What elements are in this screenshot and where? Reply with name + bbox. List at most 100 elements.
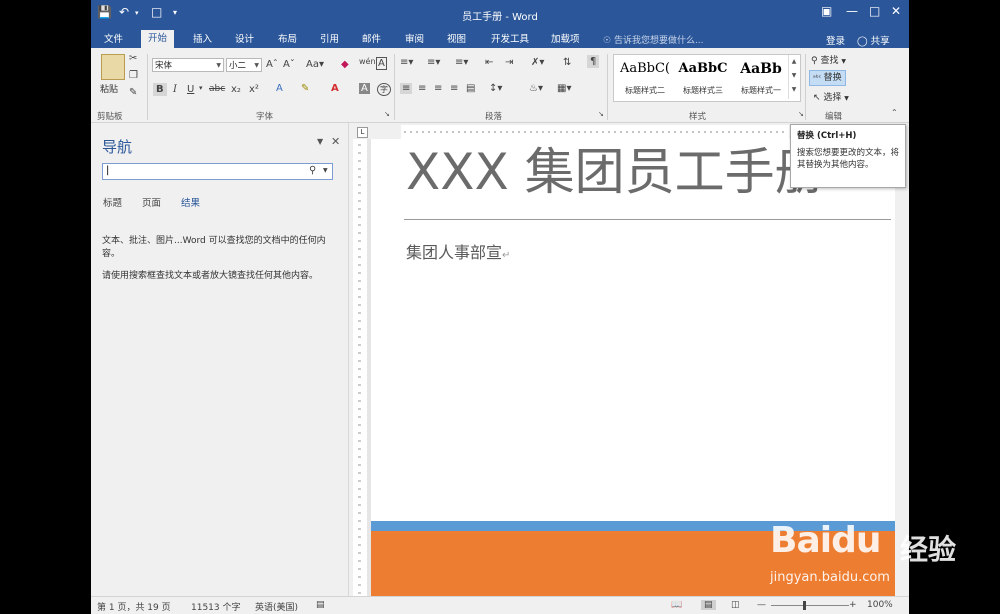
nav-tab-results[interactable]: 结果 bbox=[181, 195, 200, 209]
format-painter-icon[interactable]: ✎ bbox=[129, 87, 137, 98]
minimize-icon[interactable]: — bbox=[846, 4, 858, 18]
font-size-dropdown[interactable]: 小二 ▼ bbox=[226, 58, 262, 72]
dialog-launcher-icon[interactable]: ↘ bbox=[798, 110, 804, 118]
ribbon-display-icon[interactable]: ▣ bbox=[821, 4, 832, 18]
zoom-out-icon[interactable]: — bbox=[757, 600, 766, 610]
bullets-icon[interactable]: ≡▾ bbox=[400, 57, 413, 68]
clear-formatting-icon[interactable]: ◆ bbox=[341, 59, 349, 70]
underline-dropdown-icon[interactable]: ▾ bbox=[199, 84, 203, 92]
vertical-ruler[interactable] bbox=[353, 139, 368, 596]
subtitle-text: 集团人事部宣 bbox=[406, 243, 503, 262]
tell-me-box[interactable]: ☉ 告诉我您想要做什么... bbox=[603, 33, 704, 46]
chinese-layout-icon[interactable]: ✗▾ bbox=[531, 57, 544, 68]
copy-icon[interactable]: ❐ bbox=[129, 70, 138, 81]
pane-options-icon[interactable]: ▼ bbox=[317, 137, 323, 146]
select-button[interactable]: ↖ 选择 ▼ bbox=[813, 90, 849, 103]
proofing-language[interactable]: 英语(美国) bbox=[255, 600, 298, 613]
nav-tab-headings[interactable]: 标题 bbox=[103, 195, 122, 209]
collapse-ribbon-icon[interactable]: ⌃ bbox=[891, 108, 898, 117]
tab-view[interactable]: 视图 bbox=[440, 31, 473, 48]
text-effects-icon[interactable]: A bbox=[276, 83, 283, 94]
web-layout-icon[interactable]: ◫ bbox=[731, 600, 740, 610]
read-mode-icon[interactable]: 📖 bbox=[671, 600, 682, 610]
decrease-indent-icon[interactable]: ⇤ bbox=[485, 57, 493, 68]
shrink-font-icon[interactable]: Aˇ bbox=[283, 59, 295, 70]
bold-icon[interactable]: B bbox=[153, 83, 167, 96]
search-icon[interactable]: ⚲ bbox=[309, 165, 316, 176]
tab-design[interactable]: 设计 bbox=[228, 31, 261, 48]
dialog-launcher-icon[interactable]: ↘ bbox=[384, 110, 390, 118]
paste-button-label[interactable]: 粘贴 bbox=[100, 82, 118, 95]
print-layout-icon[interactable]: ▤ bbox=[701, 600, 716, 610]
style-item[interactable]: AaBb 标题样式一 bbox=[732, 55, 790, 99]
maximize-icon[interactable]: □ bbox=[869, 4, 880, 18]
zoom-slider-thumb[interactable] bbox=[803, 601, 806, 610]
zoom-slider[interactable] bbox=[771, 605, 849, 606]
character-border-icon[interactable]: A bbox=[376, 57, 387, 70]
ribbon: 粘贴 ✂ ❐ ✎ 剪贴板 宋体 ▼ 小二 ▼ Aˆ Aˇ Aa▾ ◆ wén A B… bbox=[91, 48, 909, 123]
line-spacing-icon[interactable]: ↕▾ bbox=[489, 83, 502, 94]
subscript-icon[interactable]: x₂ bbox=[231, 84, 241, 95]
grow-font-icon[interactable]: Aˆ bbox=[266, 59, 278, 70]
underline-icon[interactable]: U bbox=[187, 84, 194, 95]
find-button[interactable]: ⚲ 查找 ▼ bbox=[811, 53, 846, 66]
tab-references[interactable]: 引用 bbox=[313, 31, 346, 48]
shading-icon[interactable]: ♨▾ bbox=[529, 83, 543, 94]
style-item[interactable]: AaBbC 标题样式三 bbox=[674, 55, 732, 99]
tab-addins[interactable]: 加载项 bbox=[544, 31, 587, 48]
cut-icon[interactable]: ✂ bbox=[129, 53, 137, 64]
borders-icon[interactable]: ▦▾ bbox=[557, 83, 571, 94]
justify-icon[interactable]: ≡ bbox=[450, 83, 458, 94]
enclose-characters-icon[interactable]: 字 bbox=[377, 83, 391, 96]
align-left-icon[interactable]: ≡ bbox=[400, 83, 413, 94]
macro-record-icon[interactable]: ▤ bbox=[316, 600, 325, 610]
zoom-level[interactable]: 100% bbox=[867, 600, 893, 610]
dialog-launcher-icon[interactable]: ↘ bbox=[598, 110, 604, 118]
page-count[interactable]: 第 1 页，共 19 页 bbox=[97, 600, 171, 613]
style-item[interactable]: AaBbC( 标题样式二 bbox=[616, 55, 674, 99]
document-title[interactable]: XXX 集团员工手册 bbox=[406, 140, 825, 204]
paste-icon[interactable] bbox=[101, 54, 125, 80]
sort-icon[interactable]: ⇅ bbox=[563, 57, 571, 68]
tab-developer[interactable]: 开发工具 bbox=[484, 31, 536, 48]
highlight-color-icon[interactable]: ✎ bbox=[301, 83, 309, 94]
tab-mailings[interactable]: 邮件 bbox=[355, 31, 388, 48]
tab-file[interactable]: 文件 bbox=[97, 31, 130, 48]
nav-tab-pages[interactable]: 页面 bbox=[142, 195, 161, 209]
document-subtitle[interactable]: 集团人事部宣↵ bbox=[406, 239, 510, 263]
change-case-icon[interactable]: Aa▾ bbox=[306, 59, 324, 70]
replace-button[interactable]: ᵃᵇᶜ 替换 bbox=[809, 70, 846, 86]
tab-home[interactable]: 开始 bbox=[141, 30, 175, 48]
zoom-in-icon[interactable]: + bbox=[849, 600, 857, 610]
increase-indent-icon[interactable]: ⇥ bbox=[505, 57, 513, 68]
numbering-icon[interactable]: ≡▾ bbox=[427, 57, 440, 68]
find-label: 查找 bbox=[820, 56, 839, 66]
strikethrough-icon[interactable]: abc bbox=[209, 84, 225, 94]
show-marks-icon[interactable]: ¶ bbox=[587, 55, 600, 68]
tab-layout[interactable]: 布局 bbox=[271, 31, 304, 48]
share-button[interactable]: ◯ 共享 bbox=[857, 33, 890, 47]
status-bar: 第 1 页，共 19 页 11513 个字 英语(美国) ▤ 📖 ▤ ◫ — +… bbox=[91, 596, 909, 614]
login-link[interactable]: 登录 bbox=[826, 33, 845, 47]
nav-search-input[interactable]: | ⚲ ▼ bbox=[102, 163, 333, 180]
multilevel-list-icon[interactable]: ≡▾ bbox=[455, 57, 468, 68]
close-pane-icon[interactable]: ✕ bbox=[331, 135, 340, 148]
phonetic-guide-icon[interactable]: wén bbox=[359, 57, 376, 66]
character-shading-icon[interactable]: A bbox=[359, 83, 370, 94]
italic-icon[interactable]: I bbox=[173, 84, 177, 95]
close-icon[interactable]: ✕ bbox=[891, 4, 901, 18]
align-right-icon[interactable]: ≡ bbox=[434, 83, 442, 94]
superscript-icon[interactable]: x² bbox=[249, 84, 259, 95]
chevron-down-icon: ▼ bbox=[254, 62, 259, 69]
gallery-scroll[interactable]: ▲ ▼ ▼ bbox=[788, 55, 799, 99]
word-count[interactable]: 11513 个字 bbox=[191, 600, 241, 613]
distributed-icon[interactable]: ▤ bbox=[466, 83, 475, 94]
tab-review[interactable]: 审阅 bbox=[398, 31, 431, 48]
paragraph-mark-icon: ↵ bbox=[502, 250, 511, 261]
styles-gallery: AaBbC( 标题样式二 AaBbC 标题样式三 AaBb 标题样式一 ▲ ▼ ▼ bbox=[613, 54, 801, 102]
search-dropdown-icon[interactable]: ▼ bbox=[323, 167, 328, 174]
font-name-dropdown[interactable]: 宋体 ▼ bbox=[152, 58, 224, 72]
font-color-icon[interactable]: A bbox=[331, 83, 339, 94]
tab-insert[interactable]: 插入 bbox=[186, 31, 219, 48]
align-center-icon[interactable]: ≡ bbox=[418, 83, 426, 94]
